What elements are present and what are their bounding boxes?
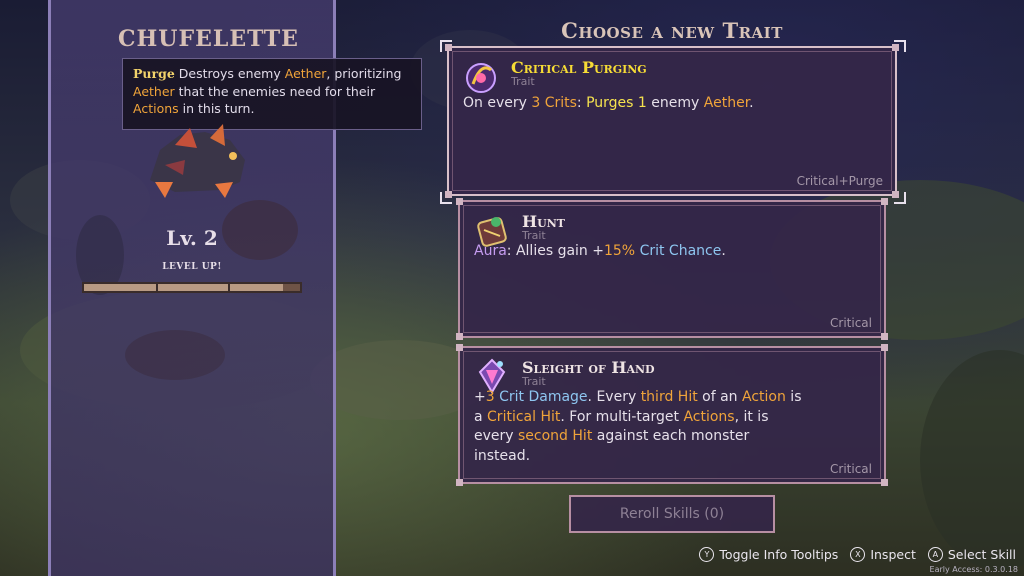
tooltip-aether: Aether — [284, 66, 327, 81]
trait-card-critical-purging[interactable]: Critical Purging Trait On every 3 Crits:… — [445, 44, 899, 198]
tooltip-keyword: Purge — [133, 66, 175, 81]
controller-hints: Y Toggle Info Tooltips X Inspect A Selec… — [699, 547, 1016, 562]
y-button-icon: Y — [699, 547, 715, 562]
selection-bracket — [894, 40, 906, 52]
trait-tag: Critical+Purge — [796, 174, 883, 188]
hint-label: Select Skill — [947, 547, 1016, 562]
selection-bracket — [440, 40, 452, 52]
hint-label: Toggle Info Tooltips — [719, 547, 839, 562]
hint-toggle-tooltips[interactable]: Y Toggle Info Tooltips — [699, 547, 838, 562]
tooltip-text: Destroys enemy — [174, 66, 285, 81]
tooltip-text: , prioritizing — [326, 66, 402, 81]
trait-card-hunt[interactable]: Hunt Trait Aura: Allies gain +15% Crit C… — [456, 198, 888, 340]
level-up-label: Level Up! — [162, 262, 222, 272]
selection-bracket — [440, 192, 452, 204]
purge-orb-icon — [466, 63, 496, 93]
trait-tag: Critical — [830, 316, 872, 330]
xp-bar — [82, 282, 302, 293]
reroll-skills-button[interactable]: Reroll Skills (0) — [569, 495, 775, 533]
x-button-icon: X — [850, 547, 866, 562]
trait-card-sleight-of-hand[interactable]: Sleight of Hand Trait +3 Crit Damage. Ev… — [456, 344, 888, 486]
hint-label: Inspect — [870, 547, 916, 562]
tooltip-actions: Actions — [133, 101, 179, 116]
a-button-icon: A — [927, 547, 943, 562]
hint-select-skill[interactable]: A Select Skill — [927, 547, 1016, 562]
trait-tag: Critical — [830, 462, 872, 476]
selection-bracket — [894, 192, 906, 204]
trait-subtitle: Trait — [522, 375, 546, 388]
character-level: Lv. 2 — [166, 226, 218, 250]
trait-subtitle: Trait — [511, 75, 535, 88]
trait-description: +3 Crit Damage. Every third Hit of an Ac… — [474, 389, 802, 464]
xp-bar-divider — [156, 284, 158, 291]
tooltip-aether: Aether — [133, 83, 175, 99]
xp-bar-divider — [228, 284, 230, 291]
trait-description: On every 3 Crits: Purges 1 enemy Aether. — [463, 95, 754, 111]
tooltip-text: that the enemies need for their — [174, 83, 376, 99]
tooltip-text: in this turn. — [178, 101, 255, 116]
trait-description: Aura: Allies gain +15% Crit Chance. — [474, 243, 726, 259]
character-name: Chufelette — [118, 26, 299, 52]
choose-trait-heading: Choose a new Trait — [561, 18, 783, 43]
monster-sprite — [150, 124, 245, 198]
hint-inspect[interactable]: X Inspect — [850, 547, 916, 562]
trait-subtitle: Trait — [522, 229, 546, 242]
xp-bar-fill — [84, 284, 283, 291]
version-label: Early Access: 0.3.0.18 — [929, 565, 1018, 574]
